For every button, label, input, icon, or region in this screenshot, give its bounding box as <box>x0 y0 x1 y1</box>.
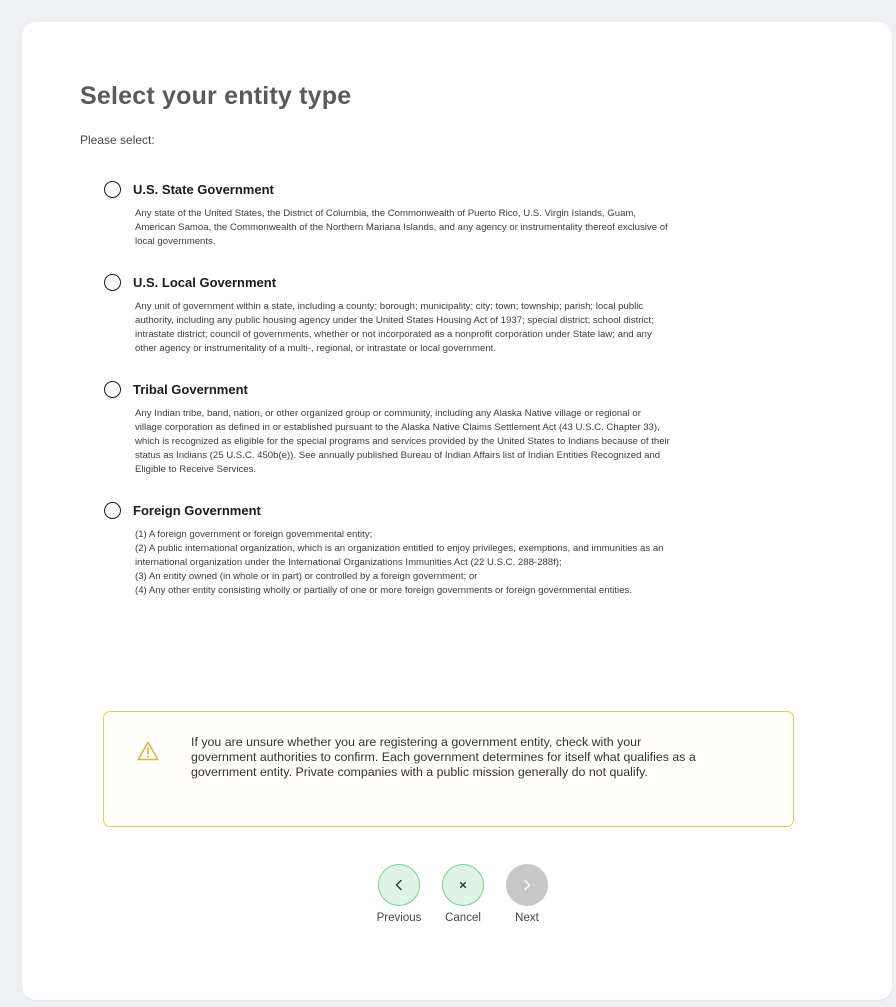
option-description: Any unit of government within a state, i… <box>135 300 794 356</box>
chevron-left-icon <box>395 879 402 891</box>
option-label[interactable]: U.S. Local Government <box>133 275 276 290</box>
next-button[interactable] <box>506 864 548 906</box>
option-label[interactable]: Tribal Government <box>133 382 248 397</box>
radio-button-foreign-government[interactable] <box>104 501 121 519</box>
description-line: (1) A foreign government or foreign gove… <box>135 529 373 540</box>
radio-button-us-local-government[interactable] <box>104 273 121 291</box>
option-tribal-government-radio-row[interactable]: Tribal Government <box>104 378 794 400</box>
option-description: Any state of the United States, the Dist… <box>135 207 794 249</box>
chevron-right-icon <box>524 879 531 891</box>
description-line: American Samoa, the Commonwealth of the … <box>135 222 668 233</box>
option-label[interactable]: U.S. State Government <box>133 182 274 197</box>
description-line: local governments. <box>135 236 216 247</box>
alert-line: government entity. Private companies wit… <box>191 765 648 779</box>
close-icon <box>459 881 467 889</box>
option-label[interactable]: Foreign Government <box>133 503 261 518</box>
instruction-text: Please select: <box>80 133 155 147</box>
option-description: (1) A foreign government or foreign gove… <box>135 528 794 598</box>
option-us-local-government: U.S. Local Government Any unit of govern… <box>104 271 794 356</box>
radio-button-us-state-government[interactable] <box>104 180 121 198</box>
government-entity-warning-alert: If you are unsure whether you are regist… <box>103 711 794 827</box>
option-foreign-government: Foreign Government (1) A foreign governm… <box>104 499 794 598</box>
description-line: which is recognized as eligible for the … <box>135 436 670 447</box>
description-line: Any Indian tribe, band, nation, or other… <box>135 408 641 419</box>
alert-line: If you are unsure whether you are regist… <box>191 735 642 749</box>
entity-type-card: Select your entity type Please select: U… <box>22 22 892 1000</box>
description-line: other agency or instrumentality of a mul… <box>135 343 497 354</box>
description-line: Any state of the United States, the Dist… <box>135 208 637 219</box>
description-line: (3) An entity owned (in whole or in part… <box>135 571 478 582</box>
previous-button[interactable] <box>378 864 420 906</box>
radio-button-tribal-government[interactable] <box>104 380 121 398</box>
previous-label[interactable]: Previous <box>377 912 422 924</box>
description-line: (4) Any other entity consisting wholly o… <box>135 585 632 596</box>
cancel-button[interactable] <box>442 864 484 906</box>
description-line: international organization under the Int… <box>135 557 562 568</box>
entity-options-list: U.S. State Government Any state of the U… <box>104 178 794 598</box>
page-title: Select your entity type <box>80 82 352 110</box>
description-line: authority, including any public housing … <box>135 315 654 326</box>
option-us-state-government-radio-row[interactable]: U.S. State Government <box>104 178 794 200</box>
alert-message: If you are unsure whether you are regist… <box>191 735 771 780</box>
description-line: (2) A public international organization,… <box>135 543 664 554</box>
option-us-local-government-radio-row[interactable]: U.S. Local Government <box>104 271 794 293</box>
next-label[interactable]: Next <box>515 912 539 924</box>
description-line: Any unit of government within a state, i… <box>135 301 644 312</box>
next-nav-item: Next <box>502 864 552 924</box>
previous-nav-item: Previous <box>374 864 424 924</box>
cancel-label[interactable]: Cancel <box>445 912 481 924</box>
cancel-nav-item: Cancel <box>438 864 488 924</box>
description-line: intrastate district; council of governme… <box>135 329 652 340</box>
alert-line: government authorities to confirm. Each … <box>191 750 696 764</box>
description-line: village corporation as defined in or est… <box>135 422 660 433</box>
option-description: Any Indian tribe, band, nation, or other… <box>135 407 794 477</box>
option-foreign-government-radio-row[interactable]: Foreign Government <box>104 499 794 521</box>
option-tribal-government: Tribal Government Any Indian tribe, band… <box>104 378 794 477</box>
warning-icon <box>137 741 159 761</box>
option-us-state-government: U.S. State Government Any state of the U… <box>104 178 794 249</box>
wizard-navigation: Previous Cancel Next <box>374 864 552 924</box>
description-line: status as Indians (25 U.S.C. 450b(e)). S… <box>135 450 661 461</box>
description-line: Eligible to Receive Services. <box>135 464 257 475</box>
